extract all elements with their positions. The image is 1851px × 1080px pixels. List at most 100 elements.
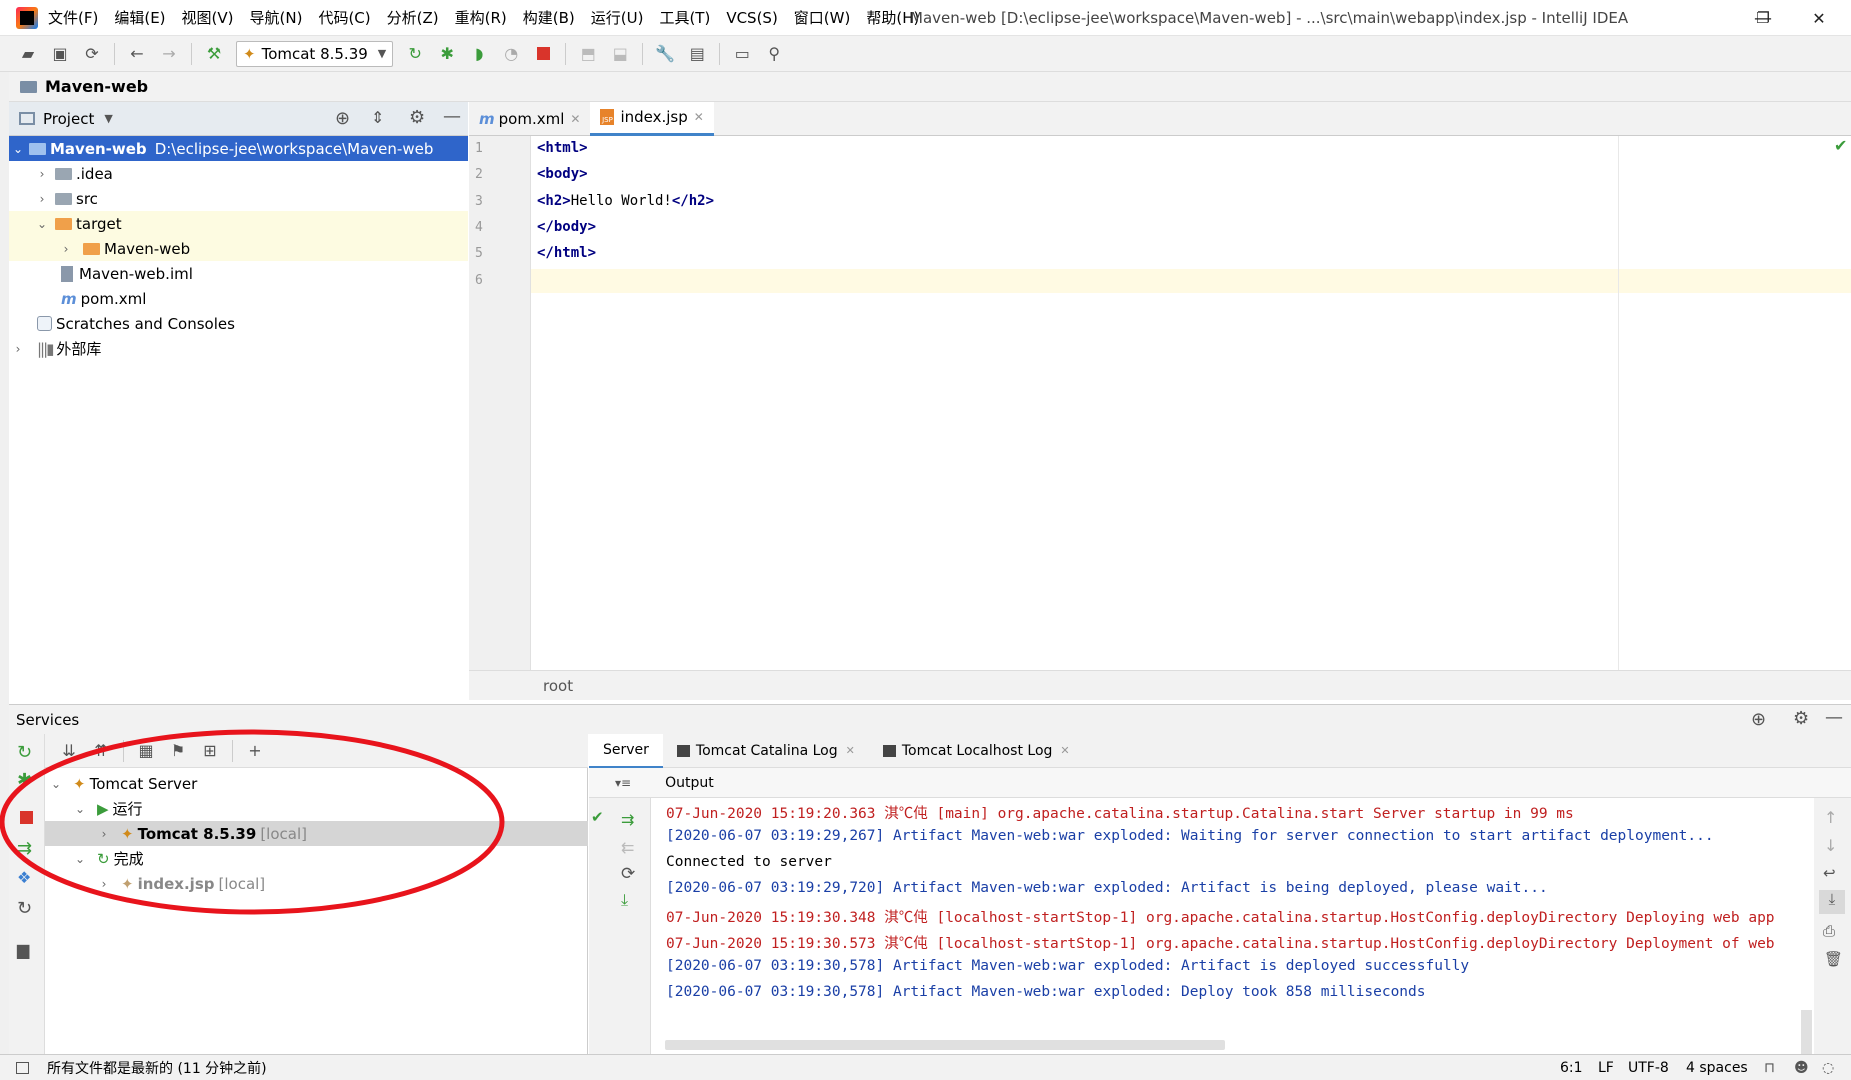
scroll-up-icon[interactable]: ↑ — [1824, 808, 1837, 827]
lock-icon[interactable]: ⊓ — [1764, 1060, 1775, 1076]
collapse-all-icon[interactable]: ⇕ — [371, 108, 384, 127]
soft-wrap-icon[interactable]: ↩ — [1823, 864, 1836, 882]
chevron-right-icon[interactable]: › — [35, 192, 49, 206]
tab-catalina-log[interactable]: Tomcat Catalina Log ✕ — [663, 734, 869, 768]
tree-row-finished[interactable]: ⌄ ↻ 完成 — [45, 846, 588, 871]
chevron-down-icon[interactable]: ⌄ — [11, 142, 25, 156]
refresh-icon[interactable]: ⟳ — [621, 864, 635, 884]
tree-row-scratches[interactable]: Scratches and Consoles — [9, 311, 468, 336]
menu-vcs[interactable]: VCS(S) — [726, 9, 777, 27]
vcs-commit-icon[interactable]: ⬓ — [609, 43, 631, 65]
locate-target-icon[interactable]: ⊕ — [335, 108, 350, 129]
gear-icon[interactable]: ⚙ — [1793, 708, 1809, 729]
inspection-ok-icon[interactable]: ✔ — [1834, 136, 1847, 155]
debug-icon[interactable]: ✱ — [17, 770, 32, 791]
open-folder-icon[interactable]: ▰ — [17, 43, 39, 65]
debug-bug-icon[interactable]: ✱ — [436, 43, 458, 65]
artifacts-icon[interactable]: ❖ — [17, 868, 31, 887]
group-by-icon[interactable]: ▦ — [135, 740, 157, 762]
tab-server[interactable]: Server — [589, 733, 663, 768]
close-icon[interactable]: ✕ — [1060, 744, 1069, 757]
add-icon[interactable]: + — [244, 740, 266, 762]
tree-row-iml[interactable]: Maven-web.iml — [9, 261, 468, 286]
collapse-all-icon[interactable]: ⇈ — [90, 740, 112, 762]
tree-row-src[interactable]: › src — [9, 186, 468, 211]
menu-tools[interactable]: 工具(T) — [659, 7, 710, 28]
menu-navigate[interactable]: 导航(N) — [250, 7, 303, 28]
rerun-icon[interactable]: ↻ — [17, 742, 32, 763]
tab-pom-xml[interactable]: m pom.xml ✕ — [469, 102, 590, 136]
run-config-dropdown[interactable]: ✦ Tomcat 8.5.39 ▼ — [236, 40, 394, 67]
menu-file[interactable]: 文件(F) — [48, 7, 98, 28]
gear-icon[interactable]: ⚙ — [409, 107, 425, 128]
refresh-icon[interactable]: ↻ — [17, 898, 32, 919]
chevron-down-icon[interactable]: ⌄ — [73, 852, 87, 866]
tree-row-running[interactable]: ⌄ ▶ 运行 — [45, 796, 588, 821]
memory-indicator-icon[interactable]: ◌ — [1822, 1060, 1834, 1076]
new-tab-icon[interactable]: ⊞ — [199, 740, 221, 762]
filter-icon[interactable]: ⚑ — [167, 740, 189, 762]
menu-analyze[interactable]: 分析(Z) — [387, 7, 439, 28]
tree-row-pom[interactable]: m pom.xml — [9, 286, 468, 311]
settings-wrench-icon[interactable]: 🔧 — [654, 43, 676, 65]
scroll-to-end-icon[interactable]: ⤓ — [1819, 890, 1845, 914]
tree-row-external-libs[interactable]: › |||▮ 外部库 — [9, 336, 468, 361]
layout-icon[interactable]: ▆ — [17, 940, 29, 959]
stop-icon[interactable] — [532, 43, 554, 65]
build-hammer-icon[interactable]: ⚒ — [203, 43, 225, 65]
editor-breadcrumb-root[interactable]: root — [543, 677, 573, 695]
menu-edit[interactable]: 编辑(E) — [114, 7, 165, 28]
chevron-right-icon[interactable]: › — [59, 242, 73, 256]
trash-icon[interactable]: 🗑 — [1824, 950, 1843, 968]
hide-panel-icon[interactable]: — — [443, 106, 461, 127]
close-icon[interactable]: ✕ — [694, 110, 704, 124]
tree-row-tomcat-server[interactable]: ⌄ ✦ Tomcat Server — [45, 771, 588, 796]
tab-index-jsp[interactable]: JSP index.jsp ✕ — [590, 101, 714, 136]
deploy-icon[interactable]: ⇉ — [17, 838, 32, 859]
scroll-down-icon[interactable]: ↓ — [1824, 836, 1837, 855]
chevron-right-icon[interactable]: › — [35, 167, 49, 181]
stop-icon[interactable] — [20, 811, 33, 824]
tree-row-tomcat-instance[interactable]: › ✦ Tomcat 8.5.39 [local] — [45, 821, 588, 846]
tree-row-index-jsp[interactable]: › ✦ index.jsp [local] — [45, 871, 588, 896]
project-structure-icon[interactable]: ▤ — [686, 43, 708, 65]
profile-icon[interactable]: ◔ — [500, 43, 522, 65]
print-icon[interactable]: ⎙ — [1823, 922, 1835, 940]
menu-code[interactable]: 代码(C) — [318, 7, 370, 28]
restore-button[interactable]: ❐ — [1740, 0, 1786, 36]
back-arrow-icon[interactable]: ← — [126, 43, 148, 65]
tool-windows-icon[interactable] — [16, 1061, 29, 1074]
terminal-icon[interactable]: ▭ — [731, 43, 753, 65]
tree-row-idea[interactable]: › .idea — [9, 161, 468, 186]
deploy-icon[interactable]: ⇉ — [621, 810, 634, 829]
chevron-down-icon[interactable]: ⌄ — [73, 802, 87, 816]
hide-panel-icon[interactable]: — — [1825, 707, 1843, 728]
tree-row-target-maven-web[interactable]: › Maven-web — [9, 236, 468, 261]
chevron-down-icon[interactable]: ⌄ — [49, 777, 63, 791]
forward-arrow-icon[interactable]: → — [158, 43, 180, 65]
output-console[interactable]: 07-Jun-2020 15:19:20.363 淇℃伅 [main] org.… — [651, 798, 1814, 1054]
indent-setting[interactable]: 4 spaces — [1686, 1060, 1748, 1076]
code-editor[interactable]: <html> <body> <h2>Hello World!</h2> </bo… — [531, 136, 1851, 670]
vertical-scrollbar[interactable] — [1801, 1010, 1812, 1054]
caret-position[interactable]: 6:1 — [1560, 1060, 1583, 1076]
tree-row-target[interactable]: ⌄ target — [9, 211, 468, 236]
chevron-right-icon[interactable]: › — [11, 342, 25, 356]
horizontal-scrollbar[interactable] — [665, 1040, 1225, 1050]
output-sort-icon[interactable]: ▾≡ — [615, 776, 631, 790]
vcs-update-icon[interactable]: ⬒ — [577, 43, 599, 65]
close-icon[interactable]: ✕ — [846, 744, 855, 757]
menu-run[interactable]: 运行(U) — [591, 7, 644, 28]
menu-view[interactable]: 视图(V) — [182, 7, 234, 28]
save-icon[interactable]: ▣ — [49, 43, 71, 65]
breadcrumb-project[interactable]: Maven-web — [45, 77, 148, 96]
update-deploy-icon[interactable]: ⤓ — [621, 890, 628, 910]
search-icon[interactable]: ⚲ — [763, 43, 785, 65]
menu-build[interactable]: 构建(B) — [523, 7, 575, 28]
expand-all-icon[interactable]: ⇊ — [58, 740, 80, 762]
chevron-right-icon[interactable]: › — [97, 877, 111, 891]
line-separator[interactable]: LF — [1598, 1060, 1614, 1076]
tree-row-root[interactable]: ⌄ Maven-web D:\eclipse-jee\workspace\Mav… — [9, 136, 468, 161]
menu-refactor[interactable]: 重构(R) — [455, 7, 507, 28]
file-encoding[interactable]: UTF-8 — [1628, 1060, 1669, 1076]
